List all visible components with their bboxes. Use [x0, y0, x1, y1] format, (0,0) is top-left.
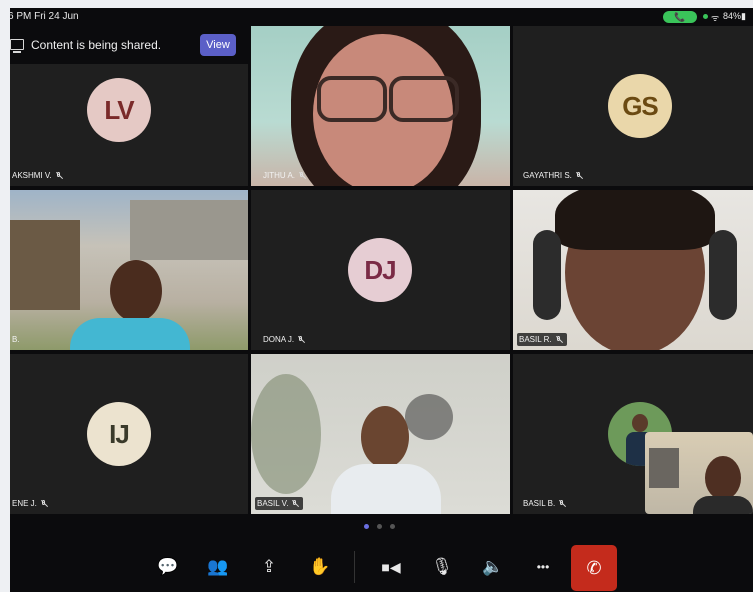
- blurred-object-shape: [251, 374, 321, 494]
- background-object-shape: [649, 448, 679, 488]
- participant-name: AKSHMI V.: [10, 169, 67, 182]
- mic-off-icon: [299, 172, 305, 179]
- mic-off-icon[interactable]: 🎙: [426, 551, 458, 583]
- self-view[interactable]: [645, 432, 753, 514]
- participant-tile[interactable]: BASIL V.: [251, 354, 510, 514]
- mic-off-icon: [559, 500, 565, 507]
- participant-name: BASIL R.: [517, 333, 567, 346]
- name-label: JITHU A.: [263, 171, 296, 180]
- headphone-right-shape: [709, 230, 737, 320]
- avatar: GS: [608, 74, 672, 138]
- mic-off-icon: [56, 172, 62, 179]
- meeting-screen: 6 PM Fri 24 Jun 📞 ᯤ 84%▮ Content is bein…: [10, 8, 753, 592]
- mic-off-icon: [556, 336, 562, 343]
- glasses-right: [389, 76, 459, 122]
- name-label: BASIL V.: [257, 499, 289, 508]
- headphone-left-shape: [533, 230, 561, 320]
- name-label: GAYATHRI S.: [523, 171, 572, 180]
- page-dot[interactable]: [377, 524, 382, 529]
- status-time: 6 PM Fri 24 Jun: [10, 11, 79, 22]
- green-dot-icon: [703, 14, 708, 19]
- toolbar-divider: [354, 551, 355, 583]
- shirt-shape: [693, 496, 753, 514]
- avatar: DJ: [348, 238, 412, 302]
- shirt-shape: [331, 464, 441, 514]
- participant-name: ENE J.: [10, 497, 52, 510]
- participant-tile-active[interactable]: B.: [10, 190, 248, 350]
- share-message: Content is being shared.: [31, 38, 162, 52]
- participant-tile[interactable]: LV AKSHMI V.: [10, 64, 248, 186]
- mic-off-icon: [298, 336, 304, 343]
- face-shape: [110, 260, 162, 322]
- participant-tile[interactable]: BASIL R.: [513, 190, 753, 350]
- participant-tile[interactable]: GS GAYATHRI S.: [513, 26, 753, 186]
- status-bar: 6 PM Fri 24 Jun 📞 ᯤ 84%▮: [10, 8, 753, 26]
- name-label: B.: [12, 335, 20, 344]
- content-shared-banner: Content is being shared. View: [10, 34, 244, 58]
- participant-name: BASIL V.: [255, 497, 304, 510]
- building-shape: [130, 200, 248, 260]
- name-label: DONA J.: [263, 335, 295, 344]
- end-call-button[interactable]: ✆: [571, 545, 617, 591]
- react-icon[interactable]: ✋: [304, 551, 336, 583]
- monitor-icon: [10, 39, 24, 53]
- people-icon[interactable]: 👥: [202, 551, 234, 583]
- call-pill[interactable]: 📞: [663, 11, 697, 23]
- call-toolbar: 💬 👥 ⇪ ✋ ■◀ 🎙 🔈 ••• ✆: [10, 543, 753, 592]
- mic-off-icon: [576, 172, 582, 179]
- participant-name: BASIL B.: [521, 497, 570, 510]
- face-shape: [705, 456, 741, 500]
- participant-name: B.: [10, 333, 25, 346]
- glasses-left: [317, 76, 387, 122]
- hair-shape: [555, 190, 715, 250]
- page-dot[interactable]: [390, 524, 395, 529]
- avatar: LV: [87, 78, 151, 142]
- participant-tile[interactable]: DJ DONA J.: [251, 190, 510, 350]
- face-shape: [361, 406, 409, 468]
- share-screen-icon[interactable]: ⇪: [253, 551, 285, 583]
- name-label: AKSHMI V.: [12, 171, 52, 180]
- name-label: BASIL B.: [523, 499, 556, 508]
- shirt-shape: [70, 318, 190, 350]
- participant-tile[interactable]: IJ ENE J.: [10, 354, 248, 514]
- more-options-icon[interactable]: •••: [527, 551, 559, 583]
- blurred-object-shape: [405, 394, 453, 440]
- battery-status: 84%▮: [723, 11, 746, 21]
- camera-icon[interactable]: ■◀: [375, 551, 407, 583]
- mic-off-icon: [292, 500, 298, 507]
- participant-name: DONA J.: [261, 333, 309, 346]
- participant-name: GAYATHRI S.: [521, 169, 587, 182]
- avatar: IJ: [87, 402, 151, 466]
- view-button[interactable]: View: [200, 34, 236, 56]
- building-shape: [10, 220, 80, 310]
- wifi-icon: ᯤ: [711, 13, 720, 23]
- participant-name: JITHU A.: [261, 169, 310, 182]
- chat-icon[interactable]: 💬: [152, 551, 184, 583]
- participant-tile[interactable]: JITHU A.: [251, 26, 510, 186]
- name-label: BASIL R.: [519, 335, 552, 344]
- name-label: ENE J.: [12, 499, 37, 508]
- mic-off-icon: [41, 500, 47, 507]
- speaker-icon[interactable]: 🔈: [477, 551, 509, 583]
- page-dot-active[interactable]: [364, 524, 369, 529]
